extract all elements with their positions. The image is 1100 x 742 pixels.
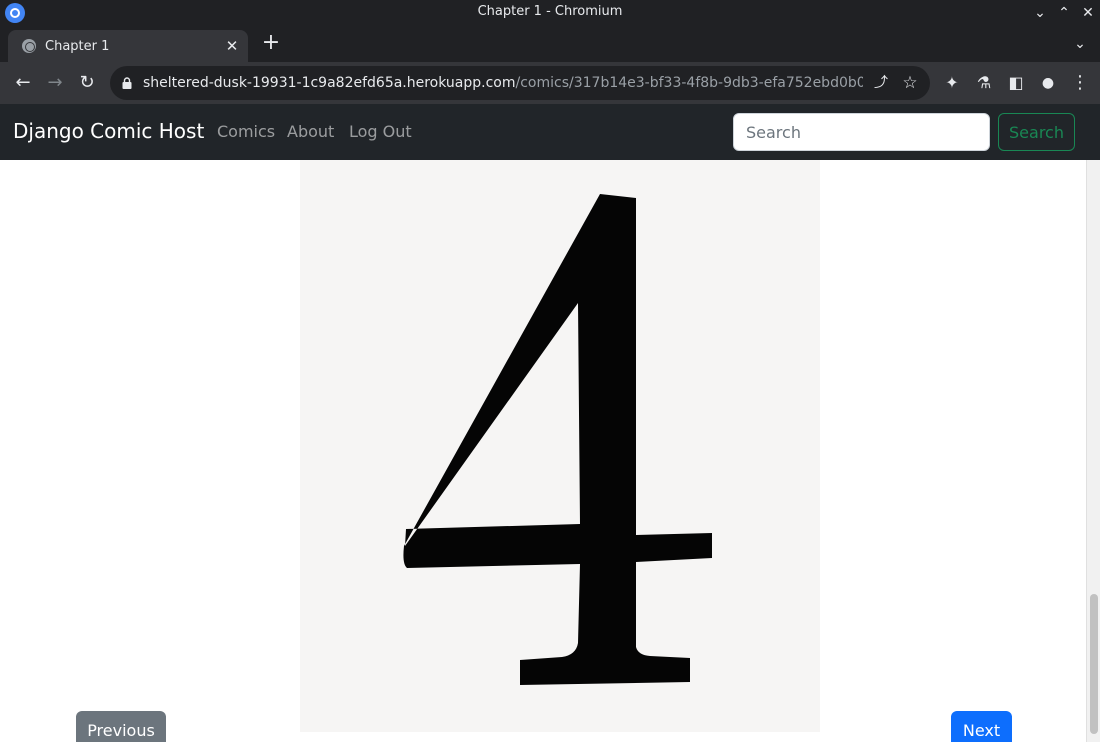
scrollbar-thumb[interactable] [1090, 594, 1098, 734]
nav-link-about[interactable]: About [287, 122, 334, 141]
tab-strip: Chapter 1 ✕ [0, 26, 1100, 62]
previous-button[interactable]: Previous [76, 711, 166, 742]
tab-title: Chapter 1 [45, 39, 110, 54]
search-button[interactable]: Search [998, 113, 1075, 151]
tab-chapter-1[interactable]: Chapter 1 ✕ [8, 30, 248, 62]
comic-page-image [300, 160, 820, 732]
globe-icon [22, 39, 36, 53]
address-bar[interactable]: sheltered-dusk-19931-1c9a82efd65a.heroku… [110, 66, 930, 100]
site-navbar: Django Comic Host Comics About Log Out S… [0, 104, 1100, 160]
lock-icon [122, 77, 132, 89]
tab-close-icon[interactable]: ✕ [222, 36, 242, 56]
side-panel-icon[interactable]: ◧ [1004, 71, 1028, 95]
url-path: /comics/317b14e3-bf33-4f8b-9db3-efa752eb… [515, 75, 863, 91]
new-tab-icon[interactable]: + [259, 32, 283, 56]
browser-toolbar: ← → ↻ sheltered-dusk-19931-1c9a82efd65a.… [0, 62, 1100, 104]
bookmark-star-icon[interactable]: ☆ [900, 73, 920, 93]
next-button[interactable]: Next [951, 711, 1012, 742]
reload-icon[interactable]: ↻ [75, 71, 99, 95]
nav-link-comics[interactable]: Comics [217, 122, 275, 141]
window-close-icon[interactable]: ✕ [1078, 3, 1098, 23]
back-icon[interactable]: ← [11, 71, 35, 95]
browser-menu-icon[interactable]: ⋮ [1068, 71, 1092, 95]
url-host: sheltered-dusk-19931-1c9a82efd65a.heroku… [143, 75, 516, 91]
minimize-icon[interactable]: ⌄ [1030, 3, 1050, 23]
extensions-icon[interactable]: ✦ [940, 71, 964, 95]
url-text[interactable]: sheltered-dusk-19931-1c9a82efd65a.heroku… [143, 75, 863, 91]
search-input[interactable] [733, 113, 990, 151]
nav-link-log-out[interactable]: Log Out [349, 122, 412, 141]
forward-icon[interactable]: → [43, 71, 67, 95]
share-icon[interactable]: ⤴ [872, 74, 890, 92]
site-brand[interactable]: Django Comic Host [13, 119, 204, 143]
numeral-four-graphic [403, 194, 712, 685]
comic-content: Previous Next [0, 160, 1086, 742]
window-titlebar: Chapter 1 - Chromium ⌄ ⌃ ✕ [0, 0, 1100, 26]
maximize-icon[interactable]: ⌃ [1054, 3, 1074, 23]
labs-flask-icon[interactable]: ⚗ [972, 71, 996, 95]
profile-avatar-icon[interactable]: ● [1036, 71, 1060, 95]
page-scrollbar[interactable] [1086, 160, 1100, 742]
tab-search-icon[interactable]: ⌄ [1070, 34, 1090, 54]
window-title: Chapter 1 - Chromium [477, 4, 623, 19]
